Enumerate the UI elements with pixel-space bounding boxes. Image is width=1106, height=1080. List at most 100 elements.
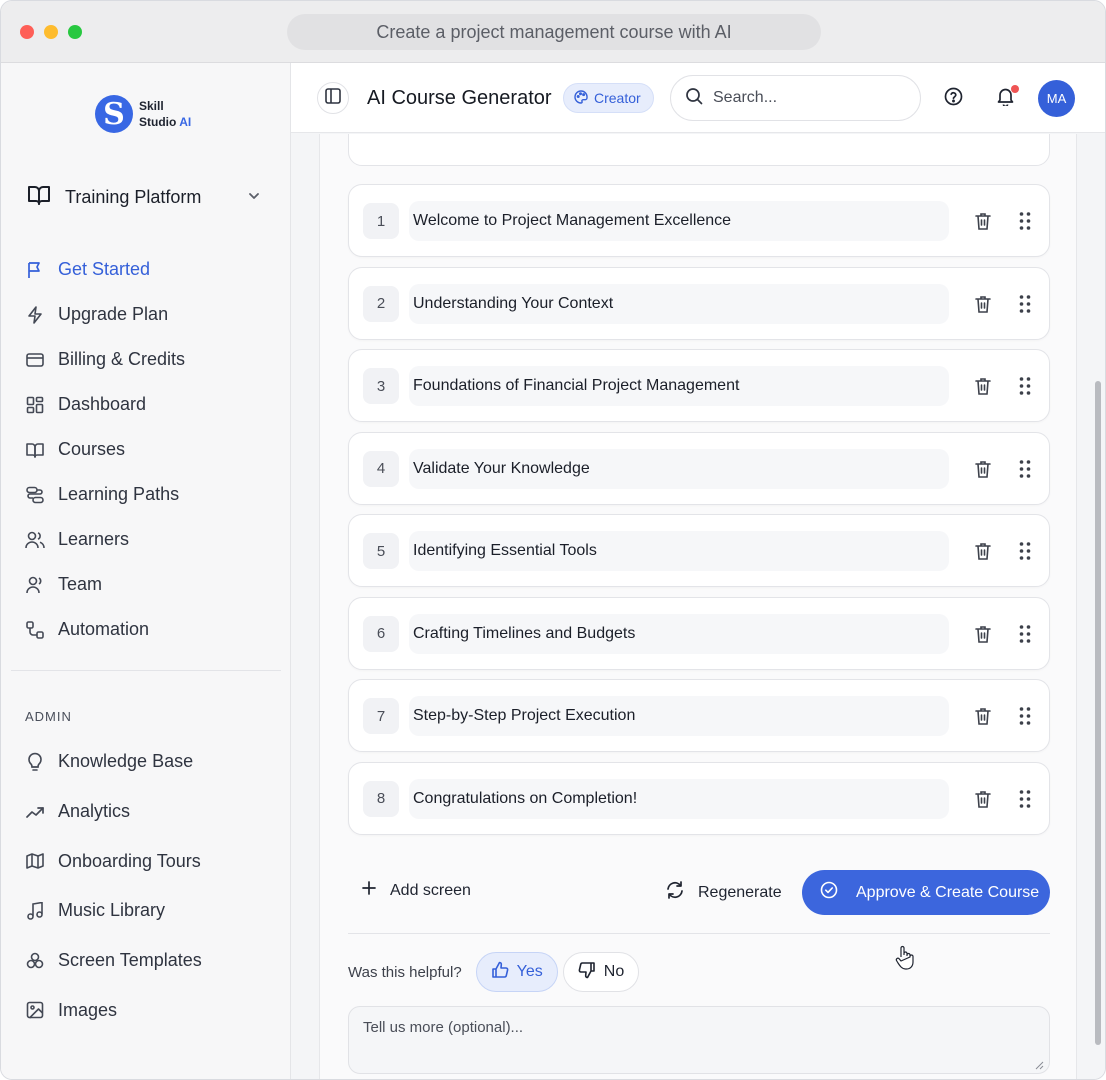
trash-icon[interactable] (974, 789, 992, 809)
screen-title-input[interactable]: Crafting Timelines and Budgets (409, 613, 949, 654)
book-icon (25, 440, 45, 460)
nav-label: Courses (58, 439, 126, 459)
search-input[interactable] (713, 89, 893, 107)
trash-icon[interactable] (974, 211, 992, 231)
no-label: No (603, 963, 625, 980)
thumbs-down-icon (578, 961, 596, 984)
trash-icon[interactable] (974, 624, 992, 644)
feedback-yes-button[interactable]: Yes (475, 952, 558, 992)
regenerate-button[interactable]: Regenerate (666, 881, 782, 904)
lightning-icon (25, 305, 45, 325)
app-logo[interactable]: S Skill Studio AI (95, 95, 191, 133)
trash-icon[interactable] (974, 376, 992, 396)
screen-title-input[interactable]: Understanding Your Context (409, 283, 949, 324)
drag-handle-icon[interactable] (1018, 211, 1032, 231)
screen-title-input[interactable]: Validate Your Knowledge (409, 448, 949, 489)
trash-icon[interactable] (974, 706, 992, 726)
screen-title-input[interactable]: Congratulations on Completion! (409, 778, 949, 819)
screen-title-input[interactable]: Identifying Essential Tools (409, 531, 949, 571)
nav-label: Upgrade Plan (58, 304, 169, 324)
nav-item-courses[interactable]: Courses (25, 427, 275, 472)
trash-icon[interactable] (974, 459, 992, 479)
nav-item-analytics[interactable]: Analytics (25, 787, 275, 837)
sidebar-divider (11, 670, 281, 671)
book-open-icon (27, 184, 51, 211)
nav-item-screen-templates[interactable]: Screen Templates (25, 936, 275, 986)
trash-icon[interactable] (974, 294, 992, 314)
help-button[interactable] (942, 87, 964, 111)
page-title: AI Course Generator (367, 87, 552, 109)
nav-item-get-started[interactable]: Get Started (25, 247, 275, 292)
drag-handle-icon[interactable] (1018, 624, 1032, 644)
route-icon (25, 485, 45, 505)
logo-wordmark: Skill Studio AI (139, 98, 191, 130)
nav-item-knowledge-base[interactable]: Knowledge Base (25, 737, 275, 787)
logo-line-2: Studio AI (139, 114, 191, 130)
workspace-switcher[interactable]: Training Platform (27, 183, 267, 211)
trash-icon[interactable] (974, 541, 992, 561)
drag-handle-icon[interactable] (1018, 376, 1032, 396)
drag-handle-icon[interactable] (1018, 706, 1032, 726)
nav-item-onboarding-tours[interactable]: Onboarding Tours (25, 836, 275, 886)
nav-item-dashboard[interactable]: Dashboard (25, 382, 275, 427)
screen-row: 8 Congratulations on Completion! (348, 761, 1050, 835)
resize-grip-icon[interactable] (1034, 1060, 1044, 1070)
templates-icon (25, 951, 45, 971)
feedback-bar: Was this helpful? Yes No (348, 952, 1050, 992)
screen-row: 3 Foundations of Financial Project Manag… (348, 349, 1050, 422)
chevron-down-icon (247, 189, 261, 208)
creator-badge: Creator (563, 83, 654, 113)
help-circle-icon (944, 87, 963, 111)
content-scrollbar[interactable] (1095, 381, 1101, 1045)
map-icon (25, 851, 45, 871)
refresh-icon (666, 881, 684, 904)
feedback-no-button[interactable]: No (562, 952, 640, 992)
nav-label: Automation (58, 619, 150, 639)
nav-item-automation[interactable]: Automation (25, 607, 275, 652)
drag-handle-icon[interactable] (1018, 294, 1032, 314)
workflow-icon (25, 620, 45, 640)
screen-number: 5 (363, 533, 399, 569)
nav-item-team[interactable]: Team (25, 562, 275, 607)
logo-line-1: Skill (139, 99, 164, 113)
maximize-window-button[interactable] (68, 25, 82, 39)
feedback-comment-field[interactable] (348, 1006, 1050, 1074)
avatar[interactable]: MA (1038, 80, 1075, 117)
approve-create-course-button[interactable]: Approve & Create Course (802, 870, 1050, 915)
hand-pointer-cursor-icon (895, 945, 914, 970)
toggle-sidebar-button[interactable] (317, 82, 349, 114)
drag-handle-icon[interactable] (1018, 459, 1032, 479)
close-window-button[interactable] (20, 25, 34, 39)
drag-handle-icon[interactable] (1018, 541, 1032, 561)
image-icon (25, 1000, 45, 1020)
screen-title-input[interactable]: Foundations of Financial Project Managem… (409, 366, 949, 406)
nav-item-billing-credits[interactable]: Billing & Credits (25, 337, 275, 382)
flag-icon (25, 260, 45, 280)
screen-row: 1 Welcome to Project Management Excellen… (348, 184, 1050, 257)
screen-title-input[interactable]: Step-by-Step Project Execution (409, 696, 949, 736)
minimize-window-button[interactable] (44, 25, 58, 39)
notification-dot (1011, 85, 1019, 93)
app-window: Create a project management course with … (0, 0, 1106, 1080)
notifications-button[interactable] (994, 85, 1019, 110)
nav-item-learners[interactable]: Learners (25, 517, 275, 562)
add-screen-button[interactable]: Add screen (362, 881, 471, 900)
screen-title-input[interactable]: Welcome to Project Management Excellence (409, 201, 949, 241)
screen-number: 2 (363, 285, 399, 322)
logo-studio: Studio (139, 115, 177, 129)
palette-icon (574, 89, 588, 107)
sidebar-panel-icon (325, 87, 341, 109)
screen-row: 6 Crafting Timelines and Budgets (348, 596, 1050, 670)
course-description-box (348, 134, 1050, 166)
address-bar[interactable]: Create a project management course with … (287, 14, 821, 50)
search-box[interactable] (670, 75, 921, 121)
nav-item-images[interactable]: Images (25, 985, 275, 1035)
screen-row: 7 Step-by-Step Project Execution (348, 679, 1050, 752)
nav-item-music-library[interactable]: Music Library (25, 886, 275, 936)
drag-handle-icon[interactable] (1018, 789, 1032, 809)
nav-item-learning-paths[interactable]: Learning Paths (25, 472, 275, 517)
nav-item-upgrade-plan[interactable]: Upgrade Plan (25, 292, 275, 337)
nav-label: Team (58, 574, 103, 594)
screen-list: 1 Welcome to Project Management Excellen… (348, 184, 1050, 844)
users-icon (25, 530, 45, 550)
